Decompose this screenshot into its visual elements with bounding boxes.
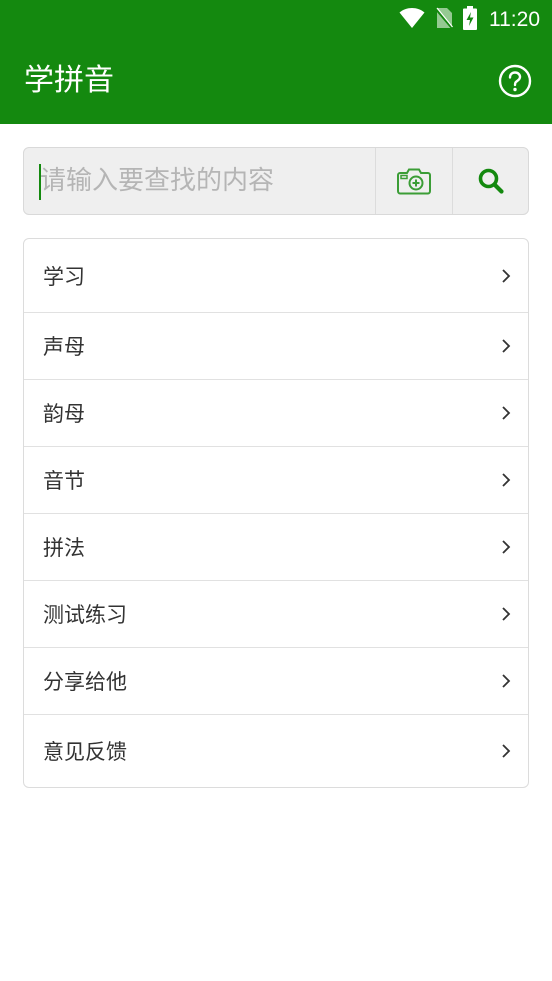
menu-item-initials[interactable]: 声母 <box>24 313 528 380</box>
menu-item-label: 分享给他 <box>43 670 127 694</box>
wifi-icon <box>399 7 425 33</box>
chevron-right-icon <box>502 339 511 353</box>
camera-icon <box>397 168 431 195</box>
search-input[interactable] <box>24 148 375 214</box>
menu-item-label: 意见反馈 <box>43 740 127 764</box>
text-cursor <box>39 164 41 200</box>
camera-button[interactable] <box>376 148 452 214</box>
help-circle-icon <box>498 64 532 98</box>
menu-item-syllables[interactable]: 音节 <box>24 447 528 514</box>
status-icons: 11:20 <box>399 6 540 34</box>
chevron-right-icon <box>502 473 511 487</box>
chevron-right-icon <box>502 674 511 688</box>
status-time: 11:20 <box>489 8 540 31</box>
menu-list: 学习 声母 韵母 音节 拼法 测试练习 分享给他 意见反馈 <box>23 238 529 788</box>
search-icon <box>478 168 504 194</box>
chevron-right-icon <box>502 607 511 621</box>
menu-item-finals[interactable]: 韵母 <box>24 380 528 447</box>
app-bar: 学拼音 <box>0 40 552 124</box>
app-title: 学拼音 <box>24 63 114 98</box>
menu-item-label: 音节 <box>43 469 85 493</box>
status-bar: 11:20 <box>0 0 552 40</box>
search-button[interactable] <box>453 148 528 214</box>
chevron-right-icon <box>502 540 511 554</box>
no-sim-icon <box>435 7 453 33</box>
menu-item-label: 声母 <box>43 335 85 359</box>
menu-item-label: 学习 <box>43 264 85 289</box>
menu-item-learn[interactable]: 学习 <box>24 239 528 313</box>
menu-item-spelling[interactable]: 拼法 <box>24 514 528 581</box>
menu-item-label: 韵母 <box>43 402 85 426</box>
battery-charging-icon <box>463 6 477 34</box>
menu-item-practice-test[interactable]: 测试练习 <box>24 581 528 648</box>
menu-item-share[interactable]: 分享给他 <box>24 648 528 715</box>
chevron-right-icon <box>502 268 511 283</box>
chevron-right-icon <box>502 406 511 420</box>
menu-item-feedback[interactable]: 意见反馈 <box>24 715 528 787</box>
menu-item-label: 测试练习 <box>43 603 127 627</box>
chevron-right-icon <box>502 744 511 758</box>
menu-item-label: 拼法 <box>43 536 85 560</box>
help-button[interactable] <box>498 64 532 98</box>
search-bar <box>23 147 529 215</box>
